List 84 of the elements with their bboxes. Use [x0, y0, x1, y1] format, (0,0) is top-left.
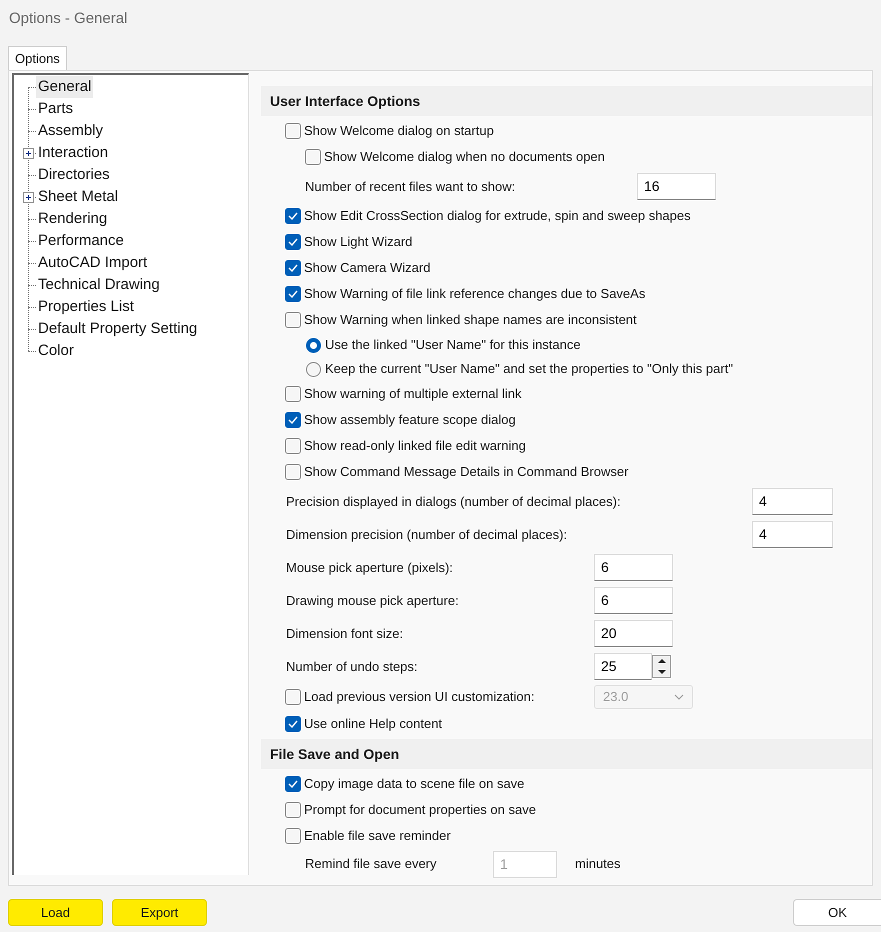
option-label: Show assembly feature scope dialog — [304, 411, 516, 430]
radio-button[interactable] — [306, 362, 321, 376]
checkmark-icon — [288, 290, 298, 298]
option-label: Copy image data to scene file on save — [304, 775, 524, 794]
checkmark-icon — [288, 780, 298, 788]
number-field[interactable]: 25 — [594, 653, 652, 680]
number-field[interactable]: 4 — [752, 488, 833, 515]
plus-icon[interactable] — [23, 148, 34, 159]
tree-item[interactable]: AutoCAD Import — [36, 252, 150, 274]
tree-item[interactable]: Interaction — [36, 142, 110, 164]
option-label: Show Welcome dialog on startup — [304, 122, 494, 140]
checkbox[interactable] — [285, 438, 301, 454]
tab[interactable]: Options — [8, 46, 67, 70]
option-label: Load previous version UI customization: — [304, 688, 535, 706]
checkbox[interactable] — [285, 208, 301, 224]
number-field[interactable]: 6 — [594, 587, 673, 614]
option-label: Show warning of multiple external link — [304, 385, 522, 404]
tree-item[interactable]: General — [36, 76, 94, 98]
checkbox[interactable] — [285, 776, 301, 792]
checkbox[interactable] — [285, 716, 301, 732]
tree-item[interactable]: Technical Drawing — [36, 274, 162, 296]
number-field[interactable]: 4 — [752, 521, 833, 548]
option-label: Show Warning when linked shape names are inconsistent — [304, 311, 637, 330]
option-label: Show Camera Wizard — [304, 259, 430, 278]
checkmark-icon — [288, 264, 298, 272]
checkbox[interactable] — [285, 286, 301, 302]
section-header: User Interface Options — [261, 86, 872, 116]
field-label: Dimension precision (number of decimal places): — [286, 526, 568, 544]
tree-item[interactable]: Rendering — [36, 208, 110, 230]
option-label: Enable file save reminder — [304, 827, 451, 846]
radio-button[interactable] — [306, 338, 321, 352]
checkbox[interactable] — [285, 260, 301, 276]
tree-item[interactable]: Directories — [36, 164, 112, 186]
checkbox[interactable] — [285, 312, 301, 328]
dialog-button[interactable]: Export — [112, 899, 207, 926]
field-label: Mouse pick aperture (pixels): — [286, 558, 454, 577]
tree-item[interactable]: Default Property Setting — [36, 318, 200, 340]
option-label: Show Warning of file link reference changes due to SaveAs — [304, 285, 646, 304]
plus-icon[interactable] — [23, 192, 34, 203]
window-title: Options - General — [9, 8, 128, 29]
checkmark-icon — [288, 212, 298, 220]
checkbox[interactable] — [285, 828, 301, 844]
checkbox[interactable] — [285, 386, 301, 402]
checkbox[interactable] — [285, 464, 301, 480]
section-header: File Save and Open — [261, 739, 872, 769]
spin-buttons[interactable] — [652, 655, 671, 678]
checkbox[interactable] — [285, 123, 301, 139]
field-label: Dimension font size: — [286, 624, 404, 643]
option-label: Use the linked "User Name" for this instance — [325, 336, 581, 354]
option-label: Show Welcome dialog when no documents open — [324, 148, 605, 166]
down-arrow-icon — [658, 670, 666, 674]
tree-item[interactable]: Color — [36, 340, 76, 362]
tree-item[interactable]: Sheet Metal — [36, 186, 120, 208]
checkbox[interactable] — [305, 149, 321, 165]
option-label: Show Edit CrossSection dialog for extrude, spin and sweep shapes — [304, 207, 691, 226]
number-field[interactable]: 16 — [637, 173, 716, 200]
field-label: Number of undo steps: — [286, 658, 419, 676]
option-label: Use online Help content — [304, 715, 442, 734]
field-label: Remind file save every — [305, 855, 438, 874]
dialog-button[interactable]: Load — [8, 899, 103, 926]
checkmark-icon — [288, 720, 298, 728]
number-field[interactable]: 6 — [594, 554, 673, 581]
number-field[interactable]: 20 — [594, 620, 673, 647]
field-label: Drawing mouse pick aperture: — [286, 592, 460, 610]
tree-item[interactable]: Performance — [36, 230, 126, 252]
unit-label: minutes — [575, 855, 621, 874]
option-label: Show Command Message Details in Command Browser — [304, 463, 628, 482]
tree-item[interactable]: Properties List — [36, 296, 136, 318]
field-label: Number of recent files want to show: — [305, 178, 516, 196]
option-label: Show read-only linked file edit warning — [304, 437, 526, 456]
checkmark-icon — [288, 416, 298, 424]
ok-button[interactable]: OK — [793, 899, 881, 926]
checkbox[interactable] — [285, 412, 301, 428]
up-arrow-icon — [658, 659, 666, 664]
field-label: Precision displayed in dialogs (number of decimal places): — [286, 492, 622, 511]
option-label: Keep the current "User Name" and set the properties to "Only this part" — [325, 360, 733, 378]
checkbox[interactable] — [285, 234, 301, 250]
tree-item[interactable]: Parts — [36, 98, 76, 120]
tree-item[interactable]: Assembly — [36, 120, 106, 142]
option-label: Prompt for document properties on save — [304, 801, 536, 820]
option-label: Show Light Wizard — [304, 233, 412, 252]
chevron-down-icon — [674, 694, 684, 700]
checkmark-icon — [288, 238, 298, 246]
checkbox[interactable] — [285, 802, 301, 818]
